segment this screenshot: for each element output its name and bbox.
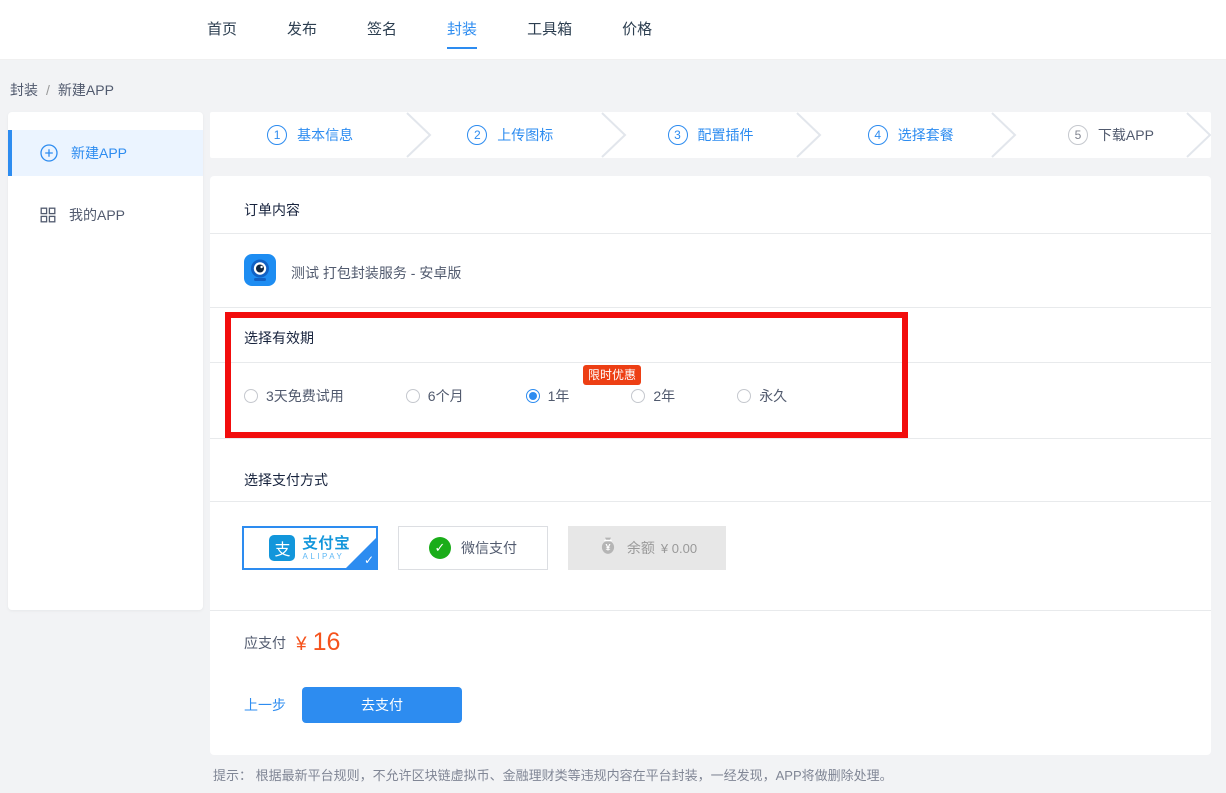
limited-offer-badge: 限时优惠 xyxy=(583,365,641,385)
nav-item-toolbox[interactable]: 工具箱 xyxy=(527,0,572,60)
sidebar-item-my-apps[interactable]: 我的APP xyxy=(8,192,203,238)
step-label: 上传图标 xyxy=(497,125,553,145)
step-number: 1 xyxy=(267,125,287,145)
wechat-pay-label: 微信支付 xyxy=(461,538,517,558)
radio-icon xyxy=(631,389,645,403)
nav-item-home[interactable]: 首页 xyxy=(207,0,237,60)
alipay-brand: 支付宝 ALIPAY xyxy=(302,536,350,561)
wizard-steps: 1 基本信息 2 上传图标 3 配置插件 4 选择套餐 5 下载APP xyxy=(210,112,1211,158)
radio-selected-icon xyxy=(526,389,540,403)
check-icon: ✓ xyxy=(364,553,374,567)
step-label: 基本信息 xyxy=(297,125,353,145)
step-label: 配置插件 xyxy=(698,125,754,145)
step-number: 5 xyxy=(1068,125,1088,145)
payable-label: 应支付 xyxy=(244,633,286,653)
radio-forever[interactable]: 永久 xyxy=(737,386,787,406)
grid-icon xyxy=(40,207,56,223)
nav-item-sign[interactable]: 签名 xyxy=(367,0,397,60)
validity-options: 3天免费试用 6个月 1年 2年 永久 xyxy=(244,386,849,406)
balance-label: 余额 xyxy=(627,538,655,558)
divider xyxy=(210,610,1211,611)
sidebar-item-label: 新建APP xyxy=(71,143,127,163)
payment-section-title: 选择支付方式 xyxy=(244,470,328,490)
step-select-plan: 4 选择套餐 xyxy=(811,112,1011,158)
sidebar-item-new-app[interactable]: 新建APP xyxy=(8,130,203,176)
order-panel: 订单内容 测试 打包封装服务 - 安卓版 选择有效期 限时优惠 3天免费试用 6… xyxy=(210,176,1211,755)
payable-summary: 应支付 ¥ 16 xyxy=(244,628,340,657)
footer-tip: 提示： 根据最新平台规则，不允许区块链虚拟币、金融理财类等违规内容在平台封装，一… xyxy=(213,765,893,784)
step-upload-icon: 2 上传图标 xyxy=(410,112,610,158)
radio-1year[interactable]: 1年 xyxy=(526,386,570,406)
balance-amount: ¥ 0.00 xyxy=(661,541,697,556)
payable-amount: 16 xyxy=(313,628,341,657)
step-number: 3 xyxy=(668,125,688,145)
app-icon xyxy=(244,254,276,291)
nav-item-publish[interactable]: 发布 xyxy=(287,0,317,60)
top-nav-bar: 首页 发布 签名 封装 工具箱 价格 xyxy=(0,0,1226,60)
radio-label: 6个月 xyxy=(428,386,464,406)
nav-item-package[interactable]: 封装 xyxy=(447,0,477,60)
chevron-right-icon xyxy=(599,112,629,158)
radio-icon xyxy=(737,389,751,403)
nav-item-price[interactable]: 价格 xyxy=(622,0,652,60)
balance-card: ¥ 余额 ¥ 0.00 xyxy=(568,526,726,570)
validity-section-title: 选择有效期 xyxy=(244,328,314,348)
chevron-right-icon xyxy=(989,112,1019,158)
radio-2years[interactable]: 2年 xyxy=(631,386,675,406)
alipay-logo-icon: 支 xyxy=(269,535,295,561)
payment-methods: 支 支付宝 ALIPAY ✓ ✓ 微信支付 ¥ 余额 ¥ 0.00 xyxy=(242,526,746,570)
divider xyxy=(210,501,1211,502)
step-label: 下载APP xyxy=(1098,125,1154,145)
radio-label: 2年 xyxy=(653,386,675,406)
chevron-right-icon xyxy=(404,112,434,158)
radio-6months[interactable]: 6个月 xyxy=(406,386,464,406)
sidebar: 新建APP 我的APP xyxy=(8,112,203,610)
breadcrumb-separator: / xyxy=(46,82,50,98)
breadcrumb-current: 新建APP xyxy=(58,82,114,98)
radio-label: 永久 xyxy=(759,386,787,406)
payable-price: ¥ 16 xyxy=(296,628,340,657)
breadcrumb: 封装 / 新建APP xyxy=(10,80,114,100)
main-nav: 首页 发布 签名 封装 工具箱 价格 xyxy=(207,0,702,60)
radio-icon xyxy=(244,389,258,403)
alipay-brand-cn: 支付宝 xyxy=(302,536,350,551)
step-configure-plugins: 3 配置插件 xyxy=(610,112,810,158)
order-section-title: 订单内容 xyxy=(244,200,300,220)
chevron-right-icon xyxy=(794,112,824,158)
step-download-app: 5 下载APP xyxy=(1011,112,1211,158)
currency-symbol: ¥ xyxy=(296,634,307,656)
divider xyxy=(210,307,1211,308)
plus-circle-icon xyxy=(40,144,58,162)
order-app-row: 测试 打包封装服务 - 安卓版 xyxy=(244,254,461,291)
divider xyxy=(210,233,1211,234)
divider xyxy=(210,362,1211,363)
previous-step-link[interactable]: 上一步 xyxy=(244,687,286,723)
step-label: 选择套餐 xyxy=(898,125,954,145)
chevron-right-icon xyxy=(1184,112,1211,158)
go-pay-button[interactable]: 去支付 xyxy=(302,687,462,723)
radio-label: 3天免费试用 xyxy=(266,386,344,406)
radio-label: 1年 xyxy=(548,386,570,406)
wechat-pay-icon: ✓ xyxy=(429,537,451,559)
order-app-name: 测试 打包封装服务 - 安卓版 xyxy=(291,263,461,283)
alipay-brand-en: ALIPAY xyxy=(302,553,350,561)
money-bag-icon: ¥ xyxy=(597,535,619,562)
step-basic-info: 1 基本信息 xyxy=(210,112,410,158)
svg-text:¥: ¥ xyxy=(605,542,610,552)
step-number: 4 xyxy=(868,125,888,145)
divider xyxy=(210,438,1211,439)
radio-3day-trial[interactable]: 3天免费试用 xyxy=(244,386,344,406)
alipay-card[interactable]: 支 支付宝 ALIPAY ✓ xyxy=(242,526,378,570)
step-number: 2 xyxy=(467,125,487,145)
wechat-pay-card[interactable]: ✓ 微信支付 xyxy=(398,526,548,570)
sidebar-item-label: 我的APP xyxy=(69,205,125,225)
breadcrumb-parent[interactable]: 封装 xyxy=(10,82,38,98)
radio-icon xyxy=(406,389,420,403)
